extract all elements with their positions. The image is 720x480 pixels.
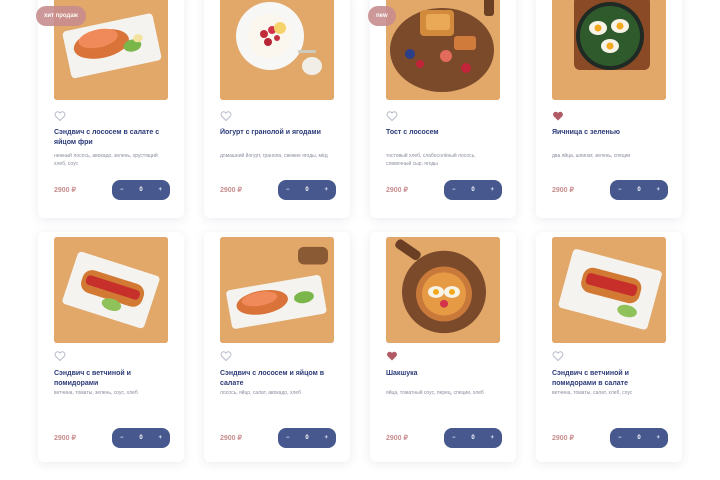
badge-label: хит продаж (36, 6, 86, 26)
heart-icon[interactable] (386, 110, 398, 122)
plus-icon[interactable]: + (490, 435, 494, 441)
heart-icon[interactable] (54, 110, 66, 122)
product-title[interactable]: Йогурт с гранолой и ягодами (220, 128, 338, 138)
quantity-stepper[interactable]: − 0 + (610, 428, 668, 448)
plus-icon[interactable]: + (656, 187, 660, 193)
heart-icon[interactable] (552, 110, 564, 122)
product-title[interactable]: Сэндвич с ветчиной и помидорами (54, 369, 172, 389)
minus-icon[interactable]: − (618, 435, 622, 441)
product-photo[interactable] (386, 0, 500, 100)
product-price: 2900 ₽ (220, 187, 242, 194)
product-title[interactable]: Шакшука (386, 369, 504, 379)
quantity-value: 0 (637, 187, 641, 193)
plus-icon[interactable]: + (324, 435, 328, 441)
product-description: яйца, томатный соус, перец, специи, хлеб (386, 390, 484, 396)
quantity-value: 0 (305, 187, 309, 193)
product-photo[interactable] (552, 0, 666, 100)
minus-icon[interactable]: − (286, 435, 290, 441)
product-card[interactable]: Сэндвич с ветчиной и помидорами в салате… (536, 232, 682, 462)
product-card[interactable]: Сэндвич с лососем и яйцом в салате лосос… (204, 232, 350, 462)
badge-label: new (368, 6, 396, 26)
product-photo[interactable] (220, 0, 334, 100)
product-title[interactable]: Сэндвич с лососем в салате с яйцом фри (54, 128, 172, 148)
minus-icon[interactable]: − (120, 435, 124, 441)
minus-icon[interactable]: − (120, 187, 124, 193)
product-price: 2900 ₽ (552, 435, 574, 442)
product-description: домашний йогурт, гранола, свежие ягоды, … (220, 153, 328, 159)
quantity-value: 0 (471, 435, 475, 441)
minus-icon[interactable]: − (286, 187, 290, 193)
product-price: 2900 ₽ (220, 435, 242, 442)
product-title[interactable]: Сэндвич с ветчиной и помидорами в салате (552, 369, 670, 389)
plus-icon[interactable]: + (490, 187, 494, 193)
quantity-stepper[interactable]: − 0 + (278, 428, 336, 448)
product-price: 2900 ₽ (54, 187, 76, 194)
quantity-stepper[interactable]: − 0 + (444, 428, 502, 448)
product-description: ветчина, томаты, зелень, соус, хлеб (54, 390, 138, 396)
quantity-stepper[interactable]: − 0 + (610, 180, 668, 200)
heart-icon[interactable] (220, 350, 232, 362)
product-description: ветчина, томаты, салат, хлеб, соус (552, 390, 633, 396)
product-price: 2900 ₽ (552, 187, 574, 194)
minus-icon[interactable]: − (452, 187, 456, 193)
product-photo[interactable] (220, 237, 334, 343)
plus-icon[interactable]: + (158, 187, 162, 193)
product-card[interactable]: Шакшука яйца, томатный соус, перец, спец… (370, 232, 516, 462)
quantity-value: 0 (637, 435, 641, 441)
product-title[interactable]: Тост с лососем (386, 128, 504, 138)
product-card[interactable]: Сэндвич с ветчиной и помидорами ветчина,… (38, 232, 184, 462)
quantity-stepper[interactable]: − 0 + (112, 180, 170, 200)
product-card[interactable]: хит продаж Сэндвич с лососем в салате с … (36, 0, 184, 218)
product-photo[interactable] (54, 237, 168, 343)
quantity-stepper[interactable]: − 0 + (278, 180, 336, 200)
product-title[interactable]: Яичница с зеленью (552, 128, 670, 138)
plus-icon[interactable]: + (158, 435, 162, 441)
product-photo[interactable] (552, 237, 666, 343)
product-price: 2900 ₽ (386, 187, 408, 194)
product-description: нежный лосось, авокадо, зелень, хрустящи… (54, 153, 158, 167)
product-card[interactable]: Йогурт с гранолой и ягодами домашний йог… (204, 0, 350, 218)
quantity-value: 0 (139, 187, 143, 193)
quantity-stepper[interactable]: − 0 + (444, 180, 502, 200)
quantity-value: 0 (139, 435, 143, 441)
product-price: 2900 ₽ (54, 435, 76, 442)
minus-icon[interactable]: − (452, 435, 456, 441)
product-description: лосось, яйцо, салат, авокадо, хлеб (220, 390, 301, 396)
heart-icon[interactable] (552, 350, 564, 362)
product-card[interactable]: Яичница с зеленью два яйца, шпинат, зеле… (536, 0, 682, 218)
quantity-value: 0 (305, 435, 309, 441)
minus-icon[interactable]: − (618, 187, 622, 193)
product-description: два яйца, шпинат, зелень, специи (552, 153, 631, 159)
product-photo[interactable] (386, 237, 500, 343)
product-price: 2900 ₽ (386, 435, 408, 442)
plus-icon[interactable]: + (324, 187, 328, 193)
product-title[interactable]: Сэндвич с лососем и яйцом в салате (220, 369, 338, 389)
heart-icon[interactable] (54, 350, 66, 362)
quantity-stepper[interactable]: − 0 + (112, 428, 170, 448)
heart-icon[interactable] (386, 350, 398, 362)
product-description: тостовый хлеб, слабосолёный лосось, слив… (386, 153, 476, 167)
plus-icon[interactable]: + (656, 435, 660, 441)
heart-icon[interactable] (220, 110, 232, 122)
product-grid: хит продаж Сэндвич с лососем в салате с … (0, 0, 720, 480)
product-card[interactable]: new Тост с лососем тостовый хлеб, слабос… (368, 0, 516, 218)
quantity-value: 0 (471, 187, 475, 193)
